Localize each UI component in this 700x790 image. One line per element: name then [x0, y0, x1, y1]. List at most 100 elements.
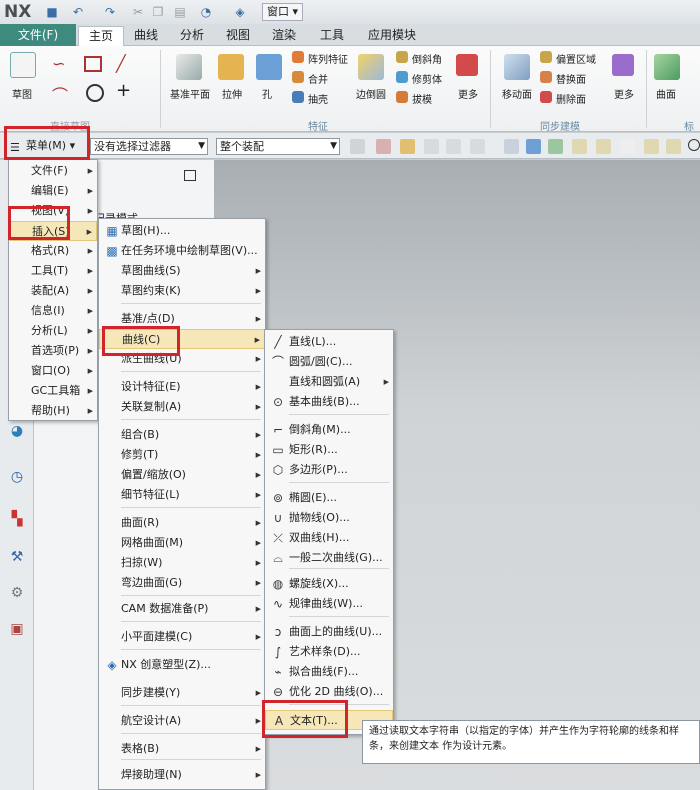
curve_menu-item[interactable]: ⌓ 一般二次曲线(G)... [265, 548, 393, 568]
more-sync-icon[interactable] [612, 54, 634, 76]
pattern-feature-label[interactable]: 阵列特征 [308, 51, 348, 66]
main_menu-item[interactable]: 装配(A) ▶ [9, 281, 97, 301]
touch-mode-icon[interactable]: ◈ [232, 4, 248, 20]
insert_menu-item[interactable]: 表格(B) ▶ [99, 739, 265, 759]
main_menu-item[interactable]: 文件(F) ▶ [9, 161, 97, 181]
curve_menu-item[interactable]: ╱ 直线(L)... [265, 332, 393, 352]
curve_menu-item[interactable]: ⌁ 拟合曲线(F)... [265, 662, 393, 682]
curve_menu-item[interactable]: ⊖ 优化 2D 曲线(O)... [265, 682, 393, 702]
tab-file[interactable]: 文件(F) [0, 24, 76, 46]
shell-label[interactable]: 抽壳 [308, 91, 328, 106]
snap-point-icon[interactable] [376, 139, 391, 154]
circle-icon[interactable] [86, 84, 104, 102]
insert_menu-item[interactable]: 扫掠(W) ▶ [99, 553, 265, 573]
surface-icon[interactable] [654, 54, 680, 80]
curve_menu-item[interactable]: ∫ 艺术样条(D)... [265, 642, 393, 662]
insert_menu-item[interactable]: 关联复制(A) ▶ [99, 397, 265, 417]
unite-icon[interactable] [292, 71, 304, 83]
point-icon[interactable]: + [116, 80, 136, 101]
book-icon[interactable]: ▣ [8, 620, 26, 638]
selection-filter-select[interactable]: 没有选择过滤器 ▼ [90, 138, 208, 155]
curve_menu-item[interactable]: 直线和圆弧(A) ▶ [265, 372, 393, 392]
more-sync-label[interactable]: 更多 [614, 86, 634, 101]
save-icon[interactable]: ■ [44, 4, 60, 20]
curve_menu-item[interactable]: ⌐ 倒斜角(M)... [265, 420, 393, 440]
grid-snap-icon[interactable] [548, 139, 563, 154]
insert_menu-item[interactable]: ◈ NX 创意塑型(Z)... [99, 655, 265, 675]
copy-icon[interactable]: ❐ [150, 4, 166, 20]
insert_menu-item[interactable]: 草图曲线(S) ▶ [99, 261, 265, 281]
more-features-label[interactable]: 更多 [458, 86, 478, 101]
curve_menu-item[interactable]: ↄ 曲面上的曲线(U)... [265, 622, 393, 642]
shell-icon[interactable] [292, 91, 304, 103]
chamfer-label[interactable]: 倒斜角 [412, 51, 442, 66]
main_menu-item[interactable]: 工具(T) ▶ [9, 261, 97, 281]
tab-application[interactable]: 应用模块 [358, 26, 426, 46]
insert_menu-item[interactable]: 曲面(R) ▶ [99, 513, 265, 533]
window-menu-button[interactable]: 窗口 ▾ [262, 3, 304, 21]
offset-region-icon[interactable] [540, 51, 552, 63]
lasso-icon[interactable] [446, 139, 461, 154]
cut-icon[interactable]: ✂ [130, 4, 146, 20]
tab-render[interactable]: 渲染 [262, 26, 306, 46]
paste-icon[interactable]: ▤ [172, 4, 188, 20]
curve_menu-item[interactable]: ∪ 抛物线(O)... [265, 508, 393, 528]
insert_menu-item[interactable]: 网格曲面(M) ▶ [99, 533, 265, 553]
curve_menu-item[interactable]: ◍ 螺旋线(X)... [265, 574, 393, 594]
curve_menu-item[interactable]: ▭ 矩形(R)... [265, 440, 393, 460]
curve-snap-icon[interactable] [596, 139, 611, 154]
extrude-icon[interactable] [218, 54, 244, 80]
palette-icon[interactable]: ▚ [8, 510, 26, 528]
select-all-icon[interactable] [350, 139, 365, 154]
curve_menu-item[interactable]: ⌒ 圆弧/圆(C)... [265, 352, 393, 372]
hole-icon[interactable] [256, 54, 282, 80]
trim-body-label[interactable]: 修剪体 [412, 71, 442, 86]
profile-icon[interactable]: ∽ [52, 54, 72, 74]
tab-curve[interactable]: 曲线 [124, 26, 168, 46]
spline-snap-icon[interactable] [620, 139, 635, 154]
assembly-scope-select[interactable]: 整个装配 ▼ [216, 138, 340, 155]
tangent-icon[interactable] [424, 139, 439, 154]
main_menu-item[interactable]: 编辑(E) ▶ [9, 181, 97, 201]
draft-icon[interactable] [396, 91, 408, 103]
main_menu-item[interactable]: 信息(I) ▶ [9, 301, 97, 321]
insert_menu-item[interactable]: 焊接助理(N) ▶ [99, 765, 265, 785]
main_menu-item[interactable]: GC工具箱 ▶ [9, 381, 97, 401]
insert_menu-item[interactable]: 小平面建模(C) ▶ [99, 627, 265, 647]
pattern-feature-icon[interactable] [292, 51, 304, 63]
main_menu-item[interactable]: 首选项(P) ▶ [9, 341, 97, 361]
main_menu-item[interactable]: 格式(R) ▶ [9, 241, 97, 261]
rectangle-select-icon[interactable] [470, 139, 485, 154]
undo-icon[interactable]: ↶ [70, 4, 86, 20]
main_menu-item[interactable]: 分析(L) ▶ [9, 321, 97, 341]
line-snap-icon[interactable] [572, 139, 587, 154]
insert_menu-item[interactable]: 设计特征(E) ▶ [99, 377, 265, 397]
curve_menu-item[interactable]: ∿ 规律曲线(W)... [265, 594, 393, 614]
insert_menu-item[interactable]: 草图约束(K) ▶ [99, 281, 265, 301]
redo-icon[interactable]: ↷ [102, 4, 118, 20]
insert_menu-item[interactable]: CAM 数据准备(P) ▶ [99, 599, 265, 619]
main_menu-item[interactable]: 窗口(O) ▶ [9, 361, 97, 381]
offset-region-label[interactable]: 偏置区域 [556, 51, 596, 66]
curve_menu-item[interactable]: ⬡ 多边形(P)... [265, 460, 393, 480]
replace-face-icon[interactable] [540, 71, 552, 83]
delete-face-label[interactable]: 删除面 [556, 91, 586, 106]
insert_menu-item[interactable]: 修剪(T) ▶ [99, 445, 265, 465]
insert_menu-item[interactable]: 组合(B) ▶ [99, 425, 265, 445]
insert_menu-item[interactable]: 航空设计(A) ▶ [99, 711, 265, 731]
box-icon[interactable] [504, 139, 519, 154]
more-features-icon[interactable] [456, 54, 478, 76]
cube-icon[interactable] [526, 139, 541, 154]
datum-plane-icon[interactable] [176, 54, 202, 80]
point-filter-icon[interactable] [400, 139, 415, 154]
curve_menu-item[interactable]: ⊙ 基本曲线(B)... [265, 392, 393, 412]
curve_menu-item[interactable]: ⊚ 椭圆(E)... [265, 488, 393, 508]
insert_menu-item[interactable]: ▦ 草图(H)... [99, 221, 265, 241]
curve_menu-item[interactable]: ⤫ 双曲线(H)... [265, 528, 393, 548]
globe-icon[interactable]: ◕ [8, 422, 26, 440]
insert_menu-item[interactable]: ▩ 在任务环境中绘制草图(V)... [99, 241, 265, 261]
clock-icon[interactable]: ◷ [8, 468, 26, 486]
delete-face-icon[interactable] [540, 91, 552, 103]
draft-label[interactable]: 拔模 [412, 91, 432, 106]
tab-tools[interactable]: 工具 [310, 26, 354, 46]
